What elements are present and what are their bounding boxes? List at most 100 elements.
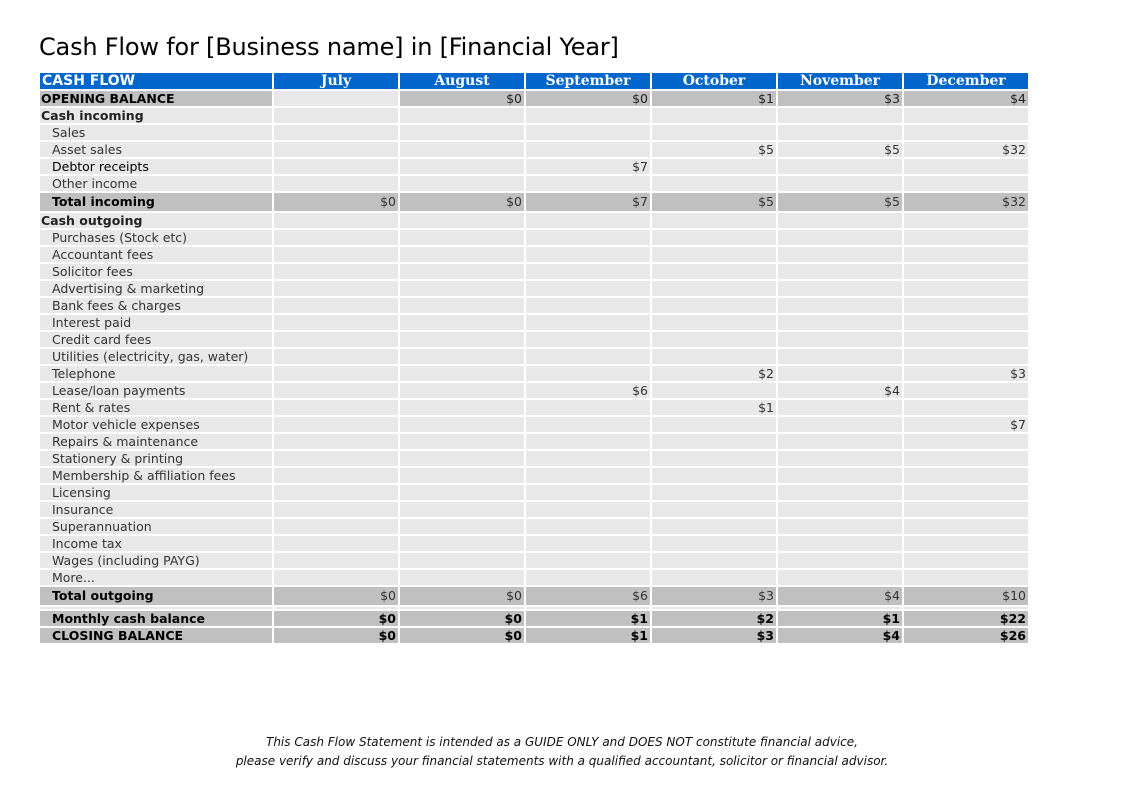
cell-value[interactable] bbox=[398, 432, 526, 451]
cell-value[interactable]: $4 bbox=[776, 585, 904, 607]
cell-value[interactable] bbox=[398, 330, 526, 349]
cell-value[interactable]: $1 bbox=[524, 626, 652, 645]
cell-value[interactable] bbox=[650, 330, 778, 349]
cell-value[interactable] bbox=[398, 415, 526, 434]
cell-value[interactable]: $3 bbox=[902, 364, 1030, 383]
cell-value[interactable] bbox=[272, 228, 400, 247]
cell-value[interactable] bbox=[398, 262, 526, 281]
cell-value[interactable] bbox=[272, 89, 400, 108]
cell-value[interactable] bbox=[398, 228, 526, 247]
cell-value[interactable] bbox=[398, 398, 526, 417]
cell-value[interactable] bbox=[272, 262, 400, 281]
cell-value[interactable] bbox=[650, 174, 778, 193]
cell-value[interactable] bbox=[272, 381, 400, 400]
cell-value[interactable] bbox=[272, 517, 400, 536]
cell-value[interactable] bbox=[650, 347, 778, 366]
cell-value[interactable] bbox=[650, 568, 778, 587]
cell-value[interactable] bbox=[650, 313, 778, 332]
cell-value[interactable] bbox=[398, 296, 526, 315]
cell-value[interactable] bbox=[398, 500, 526, 519]
cell-value[interactable] bbox=[272, 245, 400, 264]
cell-value[interactable] bbox=[272, 211, 400, 230]
cell-value[interactable] bbox=[776, 483, 904, 502]
cell-value[interactable]: $0 bbox=[398, 191, 526, 213]
cell-value[interactable] bbox=[776, 123, 904, 142]
cell-value[interactable] bbox=[776, 106, 904, 125]
cell-value[interactable]: $7 bbox=[524, 191, 652, 213]
cell-value[interactable] bbox=[524, 296, 652, 315]
cell-value[interactable] bbox=[650, 551, 778, 570]
cell-value[interactable] bbox=[524, 534, 652, 553]
cell-value[interactable] bbox=[650, 157, 778, 176]
cell-value[interactable] bbox=[524, 211, 652, 230]
cell-value[interactable] bbox=[650, 500, 778, 519]
cell-value[interactable] bbox=[902, 398, 1030, 417]
cell-value[interactable] bbox=[272, 347, 400, 366]
cell-value[interactable] bbox=[776, 449, 904, 468]
cell-value[interactable] bbox=[650, 296, 778, 315]
cell-value[interactable] bbox=[398, 313, 526, 332]
cell-value[interactable]: $0 bbox=[524, 89, 652, 108]
cell-value[interactable] bbox=[776, 466, 904, 485]
cell-value[interactable] bbox=[902, 449, 1030, 468]
cell-value[interactable] bbox=[902, 500, 1030, 519]
cell-value[interactable] bbox=[902, 517, 1030, 536]
cell-value[interactable] bbox=[902, 106, 1030, 125]
cell-value[interactable]: $2 bbox=[650, 609, 778, 628]
cell-value[interactable] bbox=[398, 211, 526, 230]
cell-value[interactable] bbox=[524, 483, 652, 502]
cell-value[interactable] bbox=[398, 466, 526, 485]
cell-value[interactable] bbox=[776, 296, 904, 315]
cell-value[interactable] bbox=[650, 466, 778, 485]
cell-value[interactable] bbox=[398, 245, 526, 264]
cell-value[interactable] bbox=[902, 381, 1030, 400]
cell-value[interactable] bbox=[272, 483, 400, 502]
cell-value[interactable] bbox=[524, 568, 652, 587]
cell-value[interactable] bbox=[524, 347, 652, 366]
cell-value[interactable] bbox=[398, 483, 526, 502]
cell-value[interactable]: $5 bbox=[776, 191, 904, 213]
cell-value[interactable] bbox=[524, 517, 652, 536]
cell-value[interactable] bbox=[398, 123, 526, 142]
cell-value[interactable] bbox=[272, 415, 400, 434]
cell-value[interactable] bbox=[524, 330, 652, 349]
cell-value[interactable] bbox=[650, 415, 778, 434]
cell-value[interactable] bbox=[650, 245, 778, 264]
cell-value[interactable] bbox=[272, 398, 400, 417]
cell-value[interactable]: $3 bbox=[650, 585, 778, 607]
cell-value[interactable]: $1 bbox=[524, 609, 652, 628]
cell-value[interactable]: $4 bbox=[776, 381, 904, 400]
cell-value[interactable] bbox=[902, 551, 1030, 570]
cell-value[interactable] bbox=[524, 449, 652, 468]
cell-value[interactable]: $5 bbox=[776, 140, 904, 159]
cell-value[interactable] bbox=[524, 551, 652, 570]
cell-value[interactable]: $6 bbox=[524, 585, 652, 607]
cell-value[interactable] bbox=[776, 551, 904, 570]
cell-value[interactable] bbox=[902, 228, 1030, 247]
cell-value[interactable] bbox=[776, 415, 904, 434]
cell-value[interactable] bbox=[650, 211, 778, 230]
cell-value[interactable] bbox=[272, 466, 400, 485]
cell-value[interactable] bbox=[524, 262, 652, 281]
cell-value[interactable]: $22 bbox=[902, 609, 1030, 628]
cell-value[interactable] bbox=[398, 140, 526, 159]
cell-value[interactable] bbox=[650, 381, 778, 400]
cell-value[interactable] bbox=[902, 245, 1030, 264]
cell-value[interactable] bbox=[776, 157, 904, 176]
cell-value[interactable] bbox=[776, 313, 904, 332]
cell-value[interactable]: $1 bbox=[776, 609, 904, 628]
cell-value[interactable] bbox=[902, 279, 1030, 298]
cell-value[interactable] bbox=[524, 174, 652, 193]
cell-value[interactable] bbox=[272, 551, 400, 570]
cell-value[interactable] bbox=[902, 534, 1030, 553]
cell-value[interactable] bbox=[902, 174, 1030, 193]
cell-value[interactable]: $0 bbox=[272, 609, 400, 628]
cell-value[interactable] bbox=[650, 449, 778, 468]
cell-value[interactable] bbox=[650, 228, 778, 247]
cell-value[interactable] bbox=[902, 330, 1030, 349]
cell-value[interactable] bbox=[776, 500, 904, 519]
cell-value[interactable] bbox=[776, 534, 904, 553]
cell-value[interactable]: $32 bbox=[902, 140, 1030, 159]
cell-value[interactable] bbox=[272, 157, 400, 176]
cell-value[interactable] bbox=[272, 500, 400, 519]
